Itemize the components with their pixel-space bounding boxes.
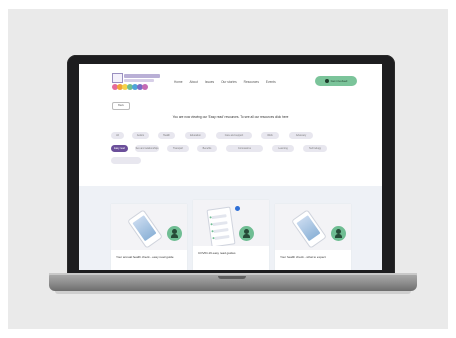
badge-body (171, 234, 178, 238)
photo-stage: Home About Issues Our stories Resources … (0, 0, 456, 338)
card-title: Your health check - what to expect (280, 255, 326, 259)
easy-read-notice: You are now viewing our 'Easy read' reso… (172, 115, 289, 119)
nav-item-events[interactable]: Events (266, 80, 276, 84)
badge-body (243, 234, 250, 238)
filter-chip-benefits[interactable]: Benefits (197, 145, 217, 152)
laptop-notch (218, 276, 246, 279)
phone-illustration (291, 209, 327, 249)
filter-chip-sex[interactable]: Sex and relationships (135, 145, 159, 152)
filter-chip-technology[interactable]: Technology (303, 145, 327, 152)
filter-chip-coronavirus[interactable]: Coronavirus (226, 145, 263, 152)
filter-chip-work[interactable]: Work (261, 132, 279, 139)
site-header: Home About Issues Our stories Resources … (79, 64, 382, 96)
main-nav: Home About Issues Our stories Resources … (174, 80, 276, 84)
back-button[interactable]: Back (112, 102, 130, 110)
list-line (214, 234, 230, 240)
card-title: COVID-19 easy read guides (198, 251, 236, 255)
site-logo[interactable] (112, 73, 162, 91)
laptop-foot-shadow (55, 291, 411, 294)
cta-label: Get involved (330, 79, 348, 83)
nav-item-home[interactable]: Home (174, 80, 183, 84)
resource-card[interactable]: Your health check - what to expect (275, 204, 351, 270)
easy-read-badge-icon (167, 226, 182, 241)
phone-screen (296, 215, 321, 242)
filter-chip-all[interactable]: All (111, 132, 124, 139)
list-line (212, 221, 228, 227)
filter-chip-extra[interactable] (111, 157, 141, 164)
card-image (275, 204, 351, 250)
nav-item-stories[interactable]: Our stories (221, 80, 237, 84)
logo-wordmark (124, 74, 160, 78)
filter-chip-easy-read[interactable]: Easy read (111, 145, 128, 152)
filter-chip-learning[interactable]: Learning (272, 145, 294, 152)
card-image (111, 204, 187, 250)
nav-item-about[interactable]: About (190, 80, 198, 84)
nav-item-resources[interactable]: Resources (244, 80, 259, 84)
list-illustration (206, 206, 236, 246)
laptop-screen: Home About Issues Our stories Resources … (79, 64, 382, 270)
logo-mark (112, 73, 123, 83)
person-icon (324, 79, 329, 84)
resource-card[interactable]: COVID-19 easy read guides (193, 200, 269, 270)
resource-card[interactable]: Your annual health check - easy read gui… (111, 204, 187, 270)
nav-item-issues[interactable]: Issues (205, 80, 214, 84)
logo-tagline (124, 79, 154, 82)
get-involved-button[interactable]: Get involved (315, 76, 357, 86)
badge-body (335, 234, 342, 238)
easy-read-badge-icon (239, 226, 254, 241)
filter-chip-advocacy[interactable]: Advocacy (289, 132, 313, 139)
easy-read-badge-icon (331, 226, 346, 241)
card-title: Your annual health check - easy read gui… (116, 255, 174, 259)
list-line (213, 228, 229, 234)
notification-dot (235, 206, 240, 211)
filter-chip-health[interactable]: Health (158, 132, 175, 139)
logo-dots (112, 84, 148, 90)
phone-screen (132, 215, 157, 242)
card-image (193, 200, 269, 246)
filter-chip-education[interactable]: Education (185, 132, 206, 139)
filter-chip-care[interactable]: Care and support (216, 132, 252, 139)
phone-illustration (127, 209, 163, 249)
filter-chip-transport[interactable]: Transport (167, 145, 189, 152)
list-line (211, 214, 227, 220)
filter-chip-autism[interactable]: Autism (132, 132, 149, 139)
